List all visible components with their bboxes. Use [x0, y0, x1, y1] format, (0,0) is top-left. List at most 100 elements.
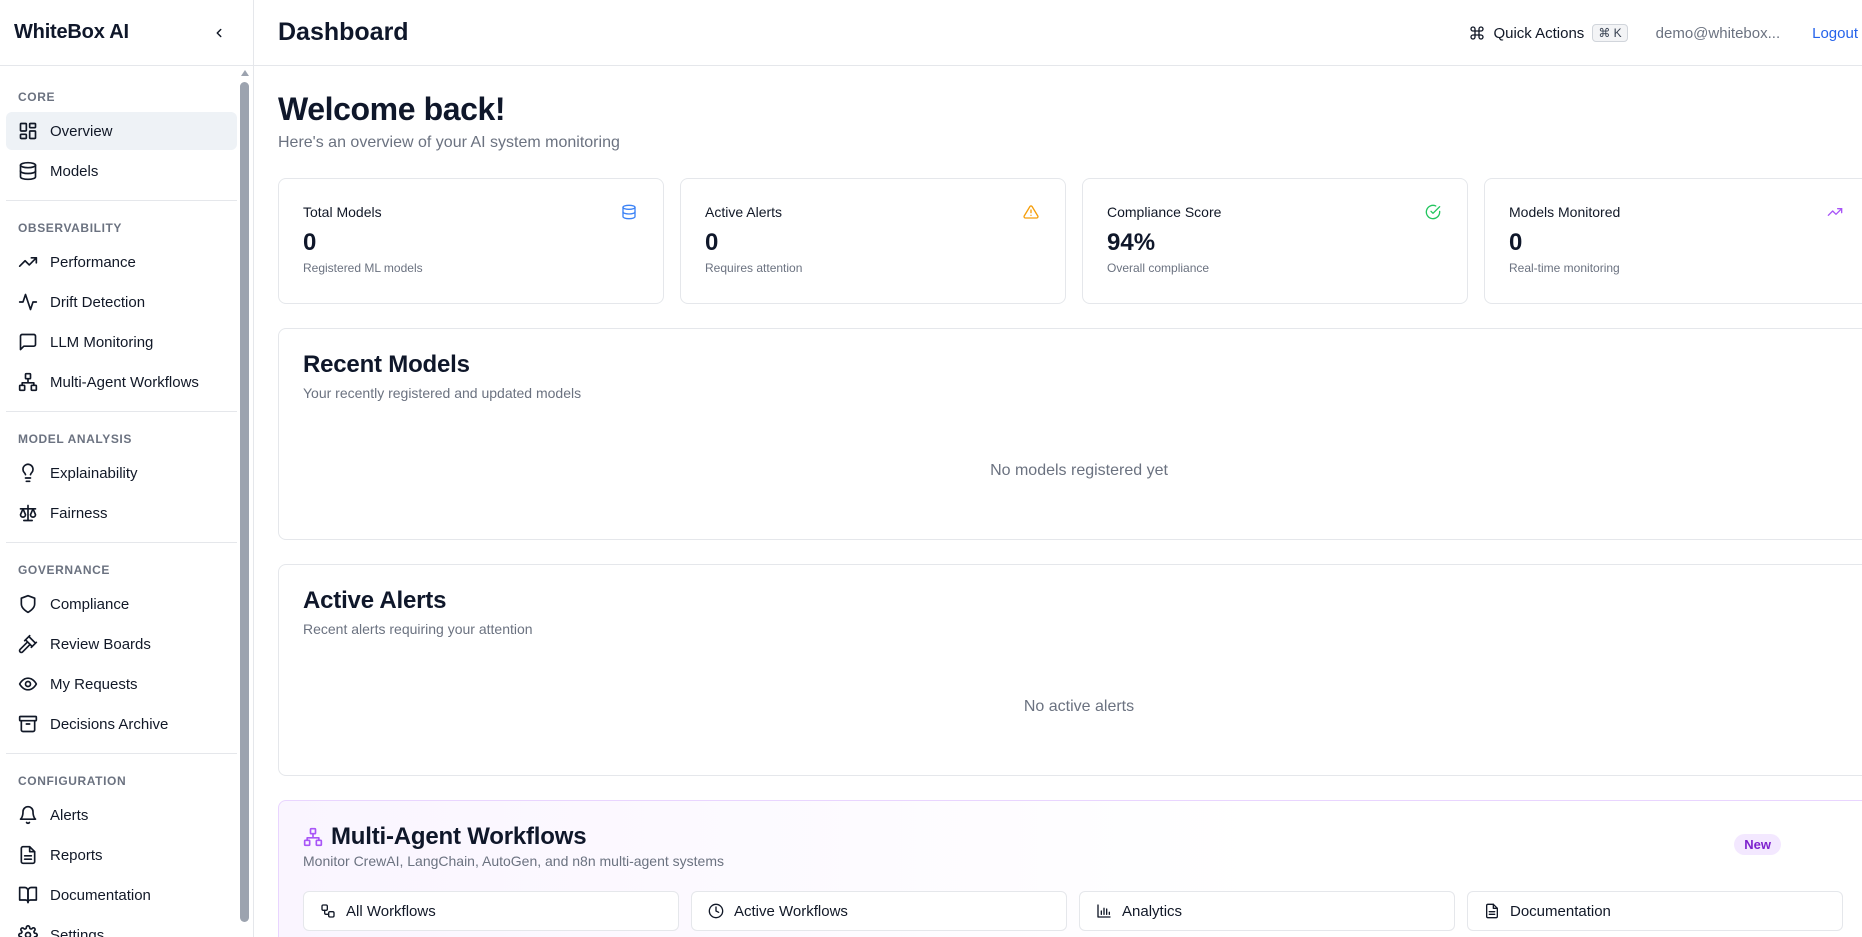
sidebar-item-llm-monitoring[interactable]: LLM Monitoring [6, 323, 237, 361]
stat-card: Compliance Score 94% Overall compliance [1082, 178, 1468, 304]
stat-subtitle: Requires attention [705, 261, 803, 275]
nav-section-label: GOVERNANCE [18, 563, 111, 577]
bell-icon [19, 805, 37, 825]
file-text-icon [1486, 903, 1498, 919]
workflow-buttons: All Workflows Active Workflows Analytics Do… [303, 891, 1862, 931]
trending-up-icon [1827, 208, 1843, 216]
sidebar-nav: CORE Overview Models OBSERVABILITY Performan… [0, 66, 253, 937]
grid-icon [19, 122, 37, 140]
shield-icon [20, 594, 36, 614]
recent-models-empty: No models registered yet [990, 462, 1168, 479]
new-badge: New [1734, 834, 1781, 855]
stat-subtitle: Registered ML models [303, 261, 423, 275]
sidebar-item-decisions-archive[interactable]: Decisions Archive [6, 705, 237, 743]
sidebar-item-compliance[interactable]: Compliance [6, 585, 237, 623]
sidebar-item-performance[interactable]: Performance [6, 243, 237, 281]
sidebar-item-label: LLM Monitoring [50, 333, 154, 351]
sidebar-item-documentation[interactable]: Documentation [6, 876, 237, 914]
network-icon [303, 827, 323, 847]
workflow-button-label: All Workflows [346, 902, 436, 920]
sidebar-scrollbar[interactable] [240, 70, 249, 922]
workflow-icon [321, 904, 335, 918]
shortcut-badge: ⌘ K [1592, 24, 1628, 42]
documentation-button[interactable]: Documentation [1467, 891, 1843, 931]
sidebar-item-review-boards[interactable]: Review Boards [6, 625, 237, 663]
sidebar-item-label: Overview [50, 122, 113, 140]
sidebar-item-label: My Requests [50, 675, 138, 693]
bar-chart-icon [1097, 904, 1111, 918]
archive-icon [18, 715, 38, 733]
brand-name: WhiteBox AI [14, 21, 129, 43]
main-area: Dashboard Quick Actions ⌘ K demo@whitebo… [254, 0, 1862, 937]
sidebar: WhiteBox AI CORE Overview Models OBSERVABIL… [0, 0, 254, 937]
stat-card: Models Monitored 0 Real-time monitoring [1484, 178, 1862, 304]
workflow-button-label: Documentation [1510, 902, 1611, 920]
recent-models-subtitle: Your recently registered and updated mod… [303, 385, 582, 401]
activity-icon [18, 293, 38, 311]
sidebar-item-label: Review Boards [50, 635, 151, 653]
sidebar-item-multi-agent-workflows[interactable]: Multi-Agent Workflows [6, 363, 237, 401]
all-workflows-button[interactable]: All Workflows [303, 891, 679, 931]
sidebar-item-label: Performance [50, 253, 136, 271]
stat-subtitle: Real-time monitoring [1509, 261, 1620, 275]
sidebar-item-label: Models [50, 162, 99, 180]
workflows-panel: Multi-Agent Workflows Monitor CrewAI, La… [278, 800, 1862, 937]
stat-subtitle: Overall compliance [1107, 261, 1210, 275]
scroll-thumb[interactable] [240, 82, 249, 922]
eye-icon [18, 677, 38, 691]
nav-divider [6, 542, 237, 543]
scroll-up-arrow[interactable] [241, 70, 249, 76]
gavel-icon [18, 634, 38, 654]
dashboard-content: Welcome back! Here's an overview of your… [254, 66, 1862, 937]
sidebar-item-reports[interactable]: Reports [6, 836, 237, 874]
sidebar-item-drift-detection[interactable]: Drift Detection [6, 283, 237, 321]
active-workflows-button[interactable]: Active Workflows [691, 891, 1067, 931]
quick-actions-button[interactable]: Quick Actions ⌘ K [1469, 24, 1628, 42]
sidebar-item-label: Settings [50, 926, 105, 937]
quick-actions-label: Quick Actions [1493, 24, 1585, 42]
sidebar-header: WhiteBox AI [0, 0, 253, 66]
nav-section-label: OBSERVABILITY [18, 221, 123, 235]
topbar: Dashboard Quick Actions ⌘ K demo@whitebo… [254, 0, 1862, 66]
stats-row: Total Models 0 Registered ML models Active … [278, 178, 1862, 304]
sidebar-item-explainability[interactable]: Explainability [6, 454, 237, 492]
welcome-subtitle: Here's an overview of your AI system mon… [278, 134, 620, 151]
stat-card: Active Alerts 0 Requires attention [680, 178, 1066, 304]
database-icon [19, 161, 37, 181]
workflows-title: Multi-Agent Workflows [331, 823, 587, 850]
nav-section-label: CONFIGURATION [18, 774, 127, 788]
analytics-button[interactable]: Analytics [1079, 891, 1455, 931]
chevron-left-icon [216, 28, 222, 37]
sidebar-item-overview[interactable]: Overview [6, 112, 237, 150]
nav-divider [6, 753, 237, 754]
file-text-icon [20, 845, 36, 865]
clock-icon [708, 903, 724, 919]
lightbulb-icon [22, 463, 34, 483]
sidebar-item-my-requests[interactable]: My Requests [6, 665, 237, 703]
network-icon [18, 372, 38, 392]
stat-label: Active Alerts [705, 204, 783, 220]
active-alerts-title: Active Alerts [303, 587, 447, 614]
stat-value: 94% [1107, 229, 1156, 256]
recent-models-panel: Recent Models Your recently registered a… [278, 328, 1862, 540]
nav-section-label: CORE [18, 90, 56, 104]
sidebar-item-models[interactable]: Models [6, 152, 237, 190]
sidebar-item-label: Alerts [50, 806, 89, 824]
collapse-sidebar-button[interactable] [209, 23, 229, 43]
nav-section-label: MODEL ANALYSIS [18, 432, 132, 446]
logout-button[interactable]: Logout [1812, 25, 1858, 42]
active-alerts-empty: No active alerts [1023, 698, 1135, 715]
stat-label: Total Models [303, 204, 382, 220]
sidebar-item-fairness[interactable]: Fairness [6, 494, 237, 532]
sidebar-item-label: Decisions Archive [50, 715, 169, 733]
stat-value: 0 [1509, 229, 1523, 256]
workflows-subtitle: Monitor CrewAI, LangChain, AutoGen, and … [303, 853, 724, 869]
sidebar-item-alerts[interactable]: Alerts [6, 796, 237, 834]
message-square-icon [19, 333, 37, 351]
command-icon [1470, 26, 1485, 40]
sidebar-item-settings[interactable]: Settings [6, 916, 237, 937]
sidebar-item-label: Explainability [50, 464, 138, 482]
scale-icon [19, 504, 37, 522]
stat-label: Models Monitored [1509, 204, 1621, 220]
gear-icon [18, 925, 38, 937]
